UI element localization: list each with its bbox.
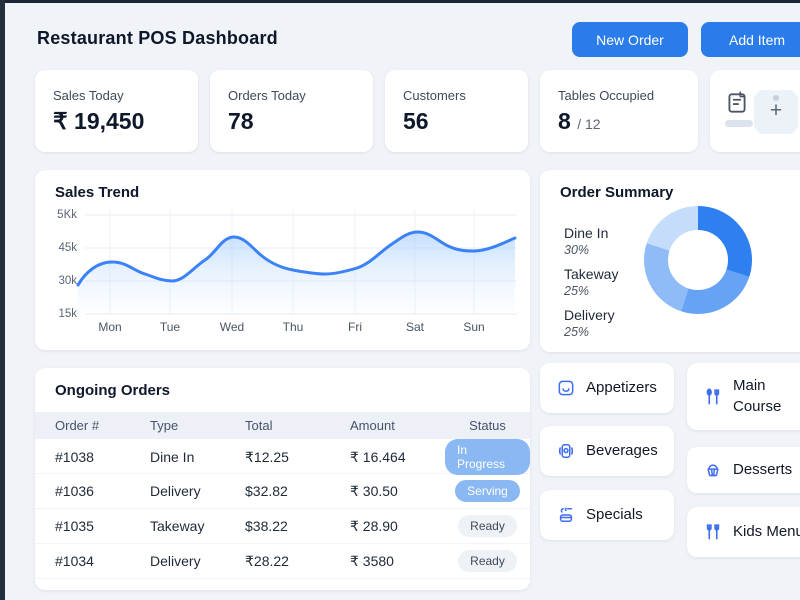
- quick-actions-card: +: [710, 70, 800, 152]
- bowl-icon: [556, 378, 576, 398]
- legend-label: Delivery: [564, 307, 618, 323]
- order-id: #1036: [55, 483, 150, 499]
- table-row[interactable]: #1035 Takeway $38.22 ₹ 28.90 Ready: [35, 509, 530, 544]
- donut-legend: Dine In 30% Takeway 25% Delivery 25%: [564, 216, 618, 339]
- order-total: ₹28.22: [245, 553, 350, 570]
- x-tick: Mon: [88, 320, 132, 334]
- spoon-fork-icon: [703, 387, 723, 407]
- legend-label: Dine In: [564, 225, 618, 241]
- legend-pct: 25%: [564, 284, 618, 298]
- status-badge: Ready: [458, 550, 517, 572]
- category-kids-menu[interactable]: Kids Menu: [687, 507, 800, 557]
- y-tick: 5Kk: [45, 209, 77, 221]
- stat-card-sales: Sales Today ₹ 19,450: [35, 70, 198, 152]
- x-tick: Thu: [271, 320, 315, 334]
- y-tick: 15k: [45, 308, 77, 320]
- tables-total: / 12: [577, 116, 600, 132]
- stat-label: Sales Today: [53, 88, 198, 103]
- category-label: Main Course: [733, 376, 800, 417]
- order-total: $32.82: [245, 483, 350, 499]
- col-header: Status: [445, 418, 530, 433]
- add-item-button[interactable]: Add Item: [701, 22, 800, 57]
- order-summary-card: Order Summary Dine In 30% Takeway 25% De…: [540, 170, 800, 352]
- legend-pct: 30%: [564, 243, 618, 257]
- y-tick: 30k: [45, 275, 77, 287]
- table-row[interactable]: #1034 Delivery ₹28.22 ₹ 3580 Ready: [35, 544, 530, 579]
- orders-table-body: #1038 Dine In ₹12.25 ₹ 16.464 In Progres…: [35, 439, 530, 579]
- sidebar-collapsed-edge: [0, 0, 5, 600]
- category-label: Beverages: [586, 441, 658, 461]
- category-specials[interactable]: Specials: [540, 490, 674, 540]
- status-badge: Serving: [455, 480, 520, 502]
- x-tick: Tue: [148, 320, 192, 334]
- y-tick: 45k: [45, 242, 77, 254]
- category-label: Specials: [586, 505, 643, 525]
- add-tile-button[interactable]: +: [754, 90, 798, 134]
- stat-label: Orders Today: [228, 88, 373, 103]
- order-summary-title: Order Summary: [560, 184, 673, 201]
- stat-label: Tables Occupied: [558, 88, 698, 103]
- status-badge: In Progress: [445, 439, 530, 475]
- order-type: Delivery: [150, 553, 245, 569]
- table-row[interactable]: #1038 Dine In ₹12.25 ₹ 16.464 In Progres…: [35, 439, 530, 474]
- category-label: Desserts: [733, 460, 792, 480]
- category-label: Appetizers: [586, 378, 657, 398]
- order-total: ₹12.25: [245, 449, 350, 466]
- order-id: #1035: [55, 518, 150, 534]
- x-tick: Wed: [210, 320, 254, 334]
- table-row[interactable]: #1036 Delivery $32.82 ₹ 30.50 Serving: [35, 474, 530, 509]
- orders-table-header: Order # Type Total Amount Status: [35, 412, 530, 439]
- stat-value: 56: [403, 108, 528, 135]
- stat-label: Customers: [403, 88, 528, 103]
- x-tick: Fri: [333, 320, 377, 334]
- legend-label: Takeway: [564, 266, 618, 282]
- order-summary-donut-chart: [644, 206, 752, 314]
- category-beverages[interactable]: Beverages: [540, 426, 674, 476]
- category-desserts[interactable]: Desserts: [687, 447, 800, 493]
- category-appetizers[interactable]: Appetizers: [540, 363, 674, 413]
- dish-icon: [556, 505, 576, 525]
- category-main-course[interactable]: Main Course: [687, 363, 800, 430]
- order-id: #1038: [55, 449, 150, 465]
- forks-icon: [703, 522, 723, 542]
- order-id: #1034: [55, 553, 150, 569]
- ongoing-orders-card: Ongoing Orders Order # Type Total Amount…: [35, 368, 530, 590]
- order-type: Delivery: [150, 483, 245, 499]
- col-header: Amount: [350, 418, 445, 433]
- ongoing-orders-title: Ongoing Orders: [55, 382, 170, 399]
- donut-hole: [668, 230, 728, 290]
- stat-card-tables: Tables Occupied 8 / 12: [540, 70, 698, 152]
- window-top-edge: [0, 0, 800, 3]
- stat-value: ₹ 19,450: [53, 108, 198, 135]
- stat-value: 8 / 12: [558, 108, 698, 135]
- page-title: Restaurant POS Dashboard: [37, 28, 278, 49]
- status-badge: Ready: [458, 515, 517, 537]
- order-amount: ₹ 3580: [350, 553, 445, 570]
- order-amount: ₹ 28.90: [350, 518, 445, 535]
- order-amount: ₹ 16.464: [350, 449, 445, 466]
- col-header: Order #: [55, 418, 150, 433]
- col-header: Type: [150, 418, 245, 433]
- plus-icon: +: [754, 99, 798, 123]
- x-tick: Sat: [393, 320, 437, 334]
- new-order-button[interactable]: New Order: [572, 22, 688, 57]
- cupcake-icon: [703, 460, 723, 480]
- quick-pill: [725, 120, 753, 127]
- x-tick: Sun: [452, 320, 496, 334]
- cup-icon: [556, 441, 576, 461]
- stat-card-customers: Customers 56: [385, 70, 528, 152]
- tables-occupied-count: 8: [558, 108, 571, 134]
- category-label: Kids Menu: [733, 522, 800, 542]
- receipt-icon[interactable]: [724, 90, 750, 116]
- order-type: Takeway: [150, 518, 245, 534]
- sales-trend-card: Sales Trend 5Kk 45k 30k 15k Mon Tue Wed …: [35, 170, 530, 350]
- col-header: Total: [245, 418, 350, 433]
- legend-pct: 25%: [564, 325, 618, 339]
- order-total: $38.22: [245, 518, 350, 534]
- order-amount: ₹ 30.50: [350, 483, 445, 500]
- stat-value: 78: [228, 108, 373, 135]
- order-type: Dine In: [150, 449, 245, 465]
- stat-card-orders: Orders Today 78: [210, 70, 373, 152]
